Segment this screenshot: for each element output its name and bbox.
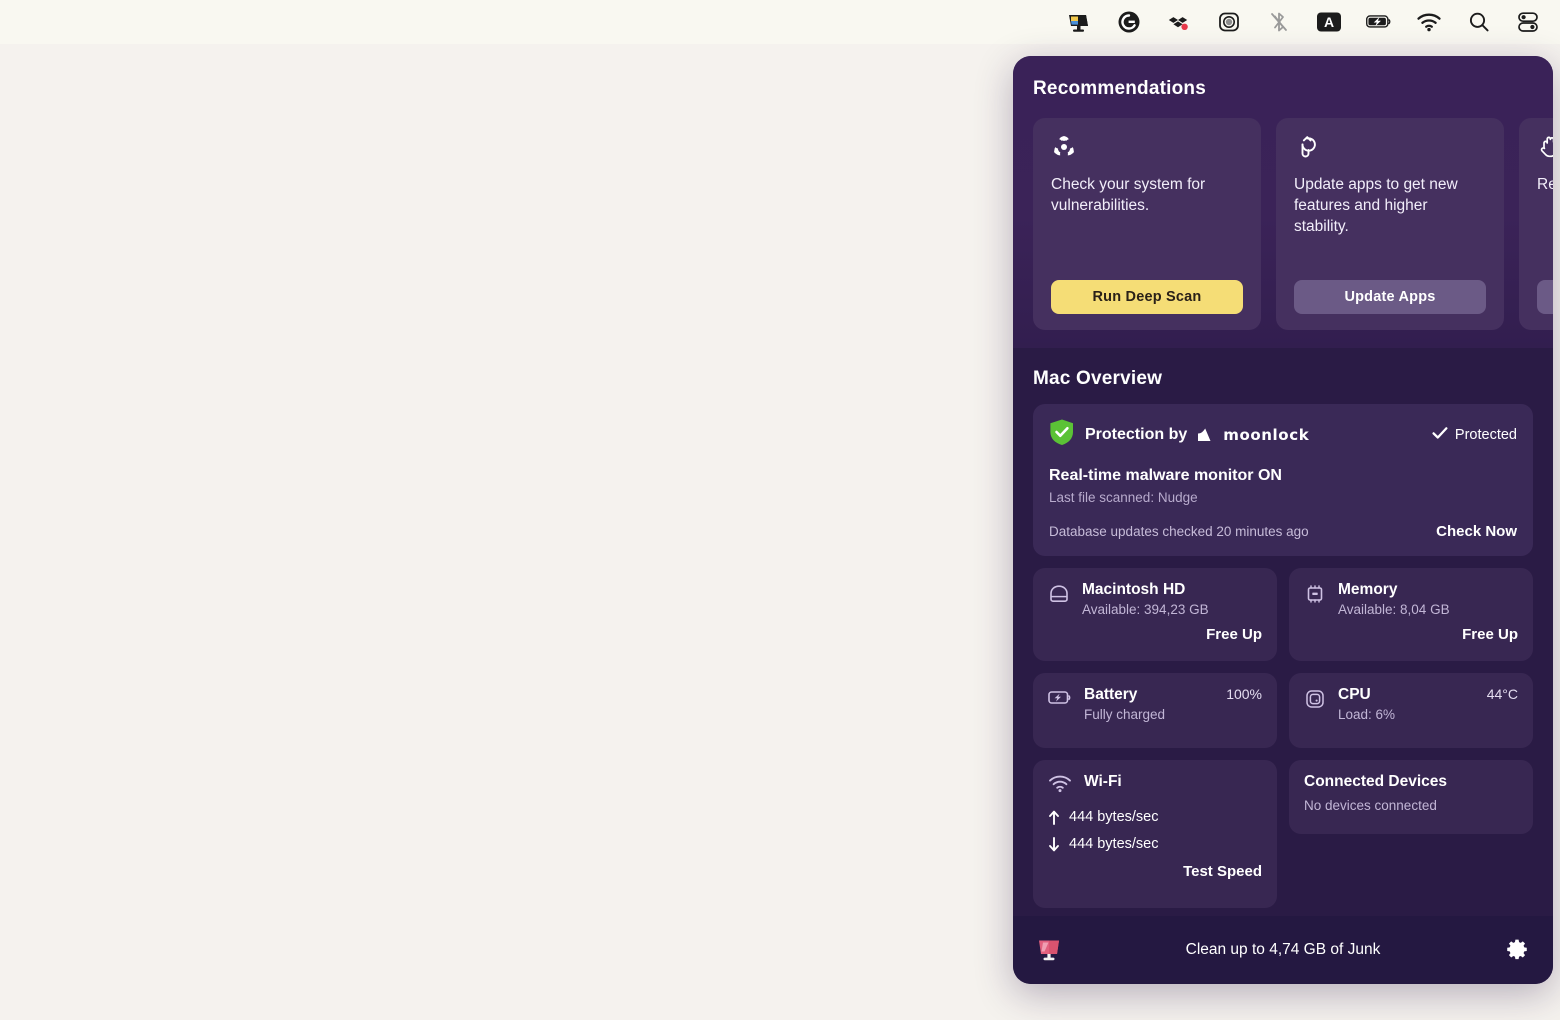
screen: A Recommendations Check your system for … xyxy=(0,0,1560,1020)
biohazard-icon xyxy=(1051,134,1243,160)
hard-drive-icon xyxy=(1048,583,1070,605)
tile-header: Memory Available: 8,04 GB xyxy=(1304,581,1518,618)
mac-overview-section: Mac Overview Protection by moonlock Prot… xyxy=(1013,348,1553,908)
tile-title: Memory xyxy=(1338,581,1398,598)
tile-cpu[interactable]: CPU Load: 6% 44°C xyxy=(1289,673,1533,748)
tile-title: Connected Devices xyxy=(1304,773,1447,790)
control-center-icon[interactable] xyxy=(1516,9,1542,35)
recommendations-section: Recommendations Check your system for vu… xyxy=(1013,56,1553,348)
privacy-action-button[interactable] xyxy=(1537,280,1553,314)
memory-chip-icon xyxy=(1304,583,1326,605)
spotlight-search-icon[interactable] xyxy=(1466,9,1492,35)
tile-storage[interactable]: Macintosh HD Available: 394,23 GB Free U… xyxy=(1033,568,1277,661)
shield-check-icon xyxy=(1049,418,1075,451)
tile-connected-devices[interactable]: Connected Devices No devices connected xyxy=(1289,760,1533,834)
cpu-icon xyxy=(1304,688,1326,710)
junk-cleanup-status[interactable]: Clean up to 4,74 GB of Junk xyxy=(1063,941,1503,959)
bluetooth-off-icon[interactable] xyxy=(1266,9,1292,35)
tile-subtitle: Fully charged xyxy=(1084,707,1166,722)
cpu-temperature: 44°C xyxy=(1486,686,1518,702)
recommendation-card-update-apps[interactable]: Update apps to get new features and high… xyxy=(1276,118,1504,330)
tile-text-group: Wi-Fi xyxy=(1084,773,1122,791)
protection-footer: Database updates checked 20 minutes ago … xyxy=(1049,523,1517,540)
tile-title: Macintosh HD xyxy=(1082,581,1186,598)
wifi-icon xyxy=(1048,775,1072,793)
status-badge: Protected xyxy=(1432,426,1517,444)
recommendation-text: Check your system for vulnerabilities. xyxy=(1051,176,1206,214)
moonlock-wordmark: moonlock xyxy=(1223,425,1310,444)
wifi-download-speed: 444 bytes/sec xyxy=(1069,836,1159,852)
database-update-status: Database updates checked 20 minutes ago xyxy=(1049,524,1309,539)
battery-percentage: 100% xyxy=(1226,686,1262,702)
battery-charging-icon[interactable] xyxy=(1366,9,1392,35)
panel-footer: Clean up to 4,74 GB of Junk xyxy=(1013,916,1553,984)
tile-header: Wi-Fi xyxy=(1048,773,1262,793)
tile-title: Battery xyxy=(1084,686,1138,703)
tile-header: Macintosh HD Available: 394,23 GB xyxy=(1048,581,1262,618)
overview-tiles-grid: Macintosh HD Available: 394,23 GB Free U… xyxy=(1033,568,1533,908)
app-update-icon xyxy=(1294,134,1486,160)
wifi-icon[interactable] xyxy=(1416,9,1442,35)
tile-subtitle: No devices connected xyxy=(1304,798,1437,813)
arrow-down-icon xyxy=(1048,836,1060,852)
input-source-icon[interactable]: A xyxy=(1316,9,1342,35)
recommendation-text: Update apps to get new features and high… xyxy=(1294,176,1458,235)
run-deep-scan-button[interactable]: Run Deep Scan xyxy=(1051,280,1243,314)
gear-icon[interactable] xyxy=(1503,936,1531,964)
tile-text-group: Macintosh HD Available: 394,23 GB xyxy=(1082,581,1209,618)
protection-card: Protection by moonlock Protected Real-ti… xyxy=(1033,404,1533,556)
cleanmymac-icon[interactable] xyxy=(1035,936,1063,964)
last-file-scanned: Last file scanned: Nudge xyxy=(1049,490,1198,505)
macos-menu-bar: A xyxy=(0,0,1560,44)
menu-bar-status-icons: A xyxy=(1066,9,1542,35)
recommendation-card-privacy[interactable]: Rev allo trac xyxy=(1519,118,1553,330)
protection-brand-group: Protection by moonlock xyxy=(1049,418,1309,451)
arrow-up-icon xyxy=(1048,810,1060,825)
recommendations-title: Recommendations xyxy=(1033,78,1206,99)
tile-text-group: Connected Devices No devices connected xyxy=(1304,773,1518,814)
status-badge-label: Protected xyxy=(1454,426,1517,443)
tile-text-group: Battery Fully charged xyxy=(1084,686,1165,723)
tile-text-group: Memory Available: 8,04 GB xyxy=(1338,581,1450,618)
moonlock-mark xyxy=(1198,428,1211,441)
recommendations-carousel[interactable]: Check your system for vulnerabilities. R… xyxy=(1013,118,1553,330)
protection-by-label: Protection by xyxy=(1085,425,1188,443)
free-up-memory-button[interactable]: Free Up xyxy=(1304,626,1518,643)
wifi-upload-speed: 444 bytes/sec xyxy=(1069,809,1159,825)
recommendation-card-deep-scan[interactable]: Check your system for vulnerabilities. R… xyxy=(1033,118,1261,330)
wifi-download-row: 444 bytes/sec xyxy=(1048,836,1262,852)
dropbox-icon[interactable] xyxy=(1166,9,1192,35)
recommendation-text: Rev allo trac xyxy=(1537,176,1553,193)
mac-overview-title: Mac Overview xyxy=(1033,368,1163,389)
tile-text-group: CPU Load: 6% xyxy=(1338,686,1395,723)
tile-subtitle: Available: 394,23 GB xyxy=(1082,602,1209,617)
cleanmymac-menu-panel: Recommendations Check your system for vu… xyxy=(1013,56,1553,984)
protection-header: Protection by moonlock Protected xyxy=(1049,418,1517,451)
cleanmymac-menu-icon[interactable] xyxy=(1066,9,1092,35)
tile-subtitle: Available: 8,04 GB xyxy=(1338,602,1450,617)
free-up-storage-button[interactable]: Free Up xyxy=(1048,626,1262,643)
svg-text:A: A xyxy=(1324,14,1334,30)
tile-header: Battery Fully charged 100% xyxy=(1048,686,1262,723)
tile-memory[interactable]: Memory Available: 8,04 GB Free Up xyxy=(1289,568,1533,661)
hand-stop-icon xyxy=(1537,134,1553,160)
checkmark-icon xyxy=(1432,426,1448,444)
update-apps-button[interactable]: Update Apps xyxy=(1294,280,1486,314)
grammarly-icon[interactable] xyxy=(1116,9,1142,35)
tile-wifi[interactable]: Wi-Fi 444 bytes/sec 444 bytes/sec Test S… xyxy=(1033,760,1277,908)
tile-battery[interactable]: Battery Fully charged 100% xyxy=(1033,673,1277,748)
malware-monitor-status: Real-time malware monitor ON xyxy=(1049,467,1282,484)
wifi-speed-rows: 444 bytes/sec 444 bytes/sec xyxy=(1048,809,1262,852)
tile-title: Wi-Fi xyxy=(1084,773,1122,790)
wifi-upload-row: 444 bytes/sec xyxy=(1048,809,1262,825)
tile-title: CPU xyxy=(1338,686,1371,703)
tile-subtitle: Load: 6% xyxy=(1338,707,1396,722)
battery-charging-icon xyxy=(1048,688,1072,706)
check-now-button[interactable]: Check Now xyxy=(1436,523,1517,540)
screen-recorder-icon[interactable] xyxy=(1216,9,1242,35)
tile-header: CPU Load: 6% 44°C xyxy=(1304,686,1518,723)
test-speed-button[interactable]: Test Speed xyxy=(1048,863,1262,880)
moonlock-logo: moonlock xyxy=(1197,426,1309,444)
